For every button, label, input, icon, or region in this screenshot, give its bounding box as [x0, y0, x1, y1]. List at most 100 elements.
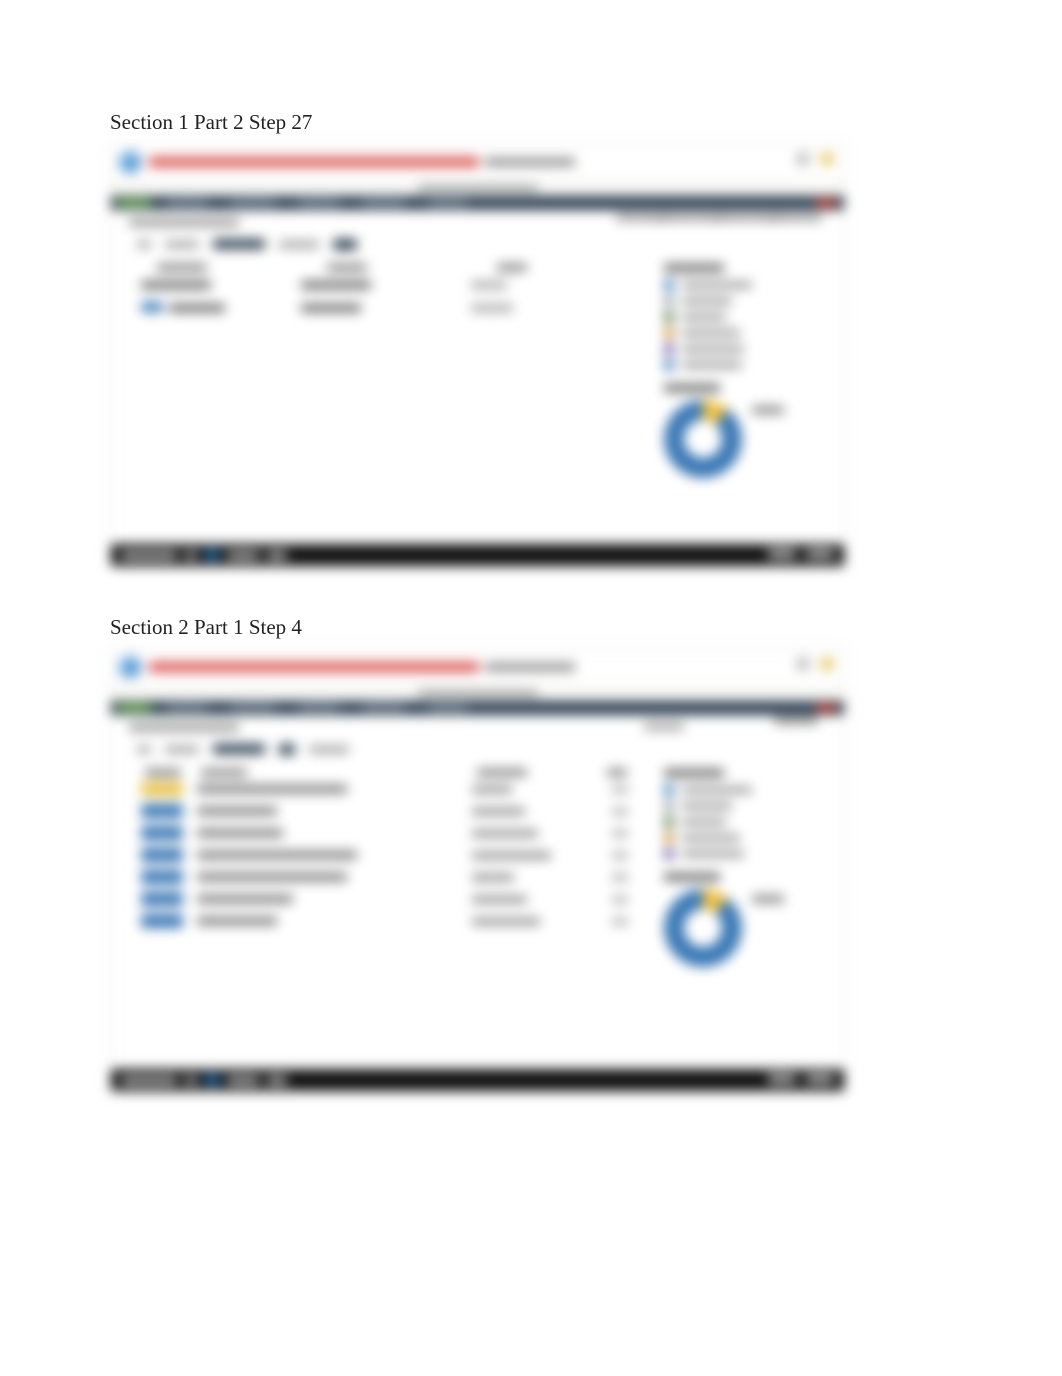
nav-active-pill[interactable] — [117, 199, 151, 207]
section-heading-1: Section 1 Part 2 Step 27 — [110, 110, 952, 135]
row-title — [197, 785, 347, 793]
nav-item[interactable] — [429, 705, 467, 711]
legend — [664, 280, 832, 370]
nav-item[interactable] — [299, 200, 339, 206]
tab-row — [111, 234, 844, 254]
list-item[interactable] — [141, 848, 652, 862]
nav-item[interactable] — [167, 705, 207, 711]
view-switch[interactable] — [616, 214, 822, 221]
list-item[interactable] — [141, 782, 652, 796]
row-col3 — [612, 830, 652, 837]
header-tagline — [111, 180, 844, 196]
list-item[interactable] — [141, 892, 652, 906]
chart-title — [664, 873, 720, 881]
row-col2 — [472, 830, 592, 837]
legend-item — [664, 280, 832, 290]
row-col3 — [612, 808, 652, 815]
tab[interactable] — [165, 241, 199, 248]
breadcrumb — [111, 210, 844, 234]
status-badge — [141, 826, 183, 840]
header-bar — [111, 144, 844, 180]
list-item[interactable] — [141, 804, 652, 818]
warning-banner — [149, 157, 479, 167]
tab[interactable] — [309, 746, 349, 753]
header-tagline — [111, 685, 844, 701]
row-col2 — [472, 808, 592, 815]
notification-icon[interactable] — [796, 657, 810, 671]
navbar — [111, 196, 844, 210]
legend-item — [664, 312, 832, 322]
sidebar — [664, 759, 844, 1009]
list-item[interactable] — [141, 914, 652, 928]
table-row[interactable] — [141, 281, 652, 289]
app-logo — [119, 656, 141, 678]
header-bar — [111, 649, 844, 685]
status-badge — [141, 848, 183, 862]
footer-pill[interactable] — [205, 1075, 219, 1085]
footer-bar — [111, 544, 844, 566]
legend-item — [664, 360, 832, 370]
chart-label — [752, 895, 784, 903]
list-item[interactable] — [141, 826, 652, 840]
footer-pill[interactable] — [205, 550, 219, 560]
status-badge — [141, 914, 183, 928]
nav-item[interactable] — [429, 200, 467, 206]
status-badge — [141, 782, 183, 796]
tab[interactable] — [279, 241, 319, 248]
row-col2 — [472, 918, 592, 925]
row-col3 — [612, 896, 652, 903]
nav-item[interactable] — [299, 705, 339, 711]
status-pill — [141, 302, 163, 312]
chart-title — [664, 384, 720, 392]
row-col2 — [472, 874, 592, 881]
nav-item[interactable] — [231, 200, 275, 206]
row-col2 — [472, 896, 592, 903]
legend — [664, 785, 832, 859]
tab-active[interactable] — [213, 744, 265, 754]
tab[interactable] — [137, 746, 151, 753]
row-col2 — [472, 852, 592, 859]
right-label — [644, 723, 684, 730]
screenshot-2 — [110, 648, 845, 1092]
tab-pill[interactable] — [279, 744, 295, 755]
row-col3 — [612, 852, 652, 859]
nav-item[interactable] — [231, 705, 275, 711]
list-item[interactable] — [141, 870, 652, 884]
row-col3 — [612, 918, 652, 925]
warning-subtext — [485, 663, 575, 671]
nav-item[interactable] — [167, 200, 207, 206]
screenshot-1 — [110, 143, 845, 567]
legend-item — [664, 344, 832, 354]
header-icons — [796, 657, 834, 671]
status-badge — [141, 804, 183, 818]
user-icon[interactable] — [820, 657, 834, 671]
tab[interactable] — [137, 241, 151, 248]
row-col3 — [612, 874, 652, 881]
warning-banner — [149, 662, 479, 672]
nav-item[interactable] — [363, 705, 405, 711]
row-col3 — [612, 786, 652, 793]
nav-active-pill[interactable] — [117, 704, 151, 712]
row-title — [197, 873, 347, 881]
breadcrumb — [111, 715, 844, 739]
main-content — [111, 254, 664, 514]
row-title — [197, 829, 283, 837]
logout-button[interactable] — [816, 704, 836, 712]
sidebar — [664, 254, 844, 514]
table-row[interactable] — [141, 299, 652, 317]
row-title — [197, 851, 357, 859]
tab-pill[interactable] — [333, 239, 357, 250]
row-title — [197, 807, 277, 815]
tab[interactable] — [165, 746, 199, 753]
tab-row — [111, 739, 844, 759]
footer-bar — [111, 1069, 844, 1091]
legend-title — [664, 264, 724, 272]
nav-item[interactable] — [363, 200, 405, 206]
user-icon[interactable] — [820, 152, 834, 166]
row-col2 — [472, 786, 592, 793]
legend-title — [664, 769, 724, 777]
notification-icon[interactable] — [796, 152, 810, 166]
tab-active[interactable] — [213, 239, 265, 249]
logout-button[interactable] — [816, 199, 836, 207]
main-content — [111, 759, 664, 1009]
